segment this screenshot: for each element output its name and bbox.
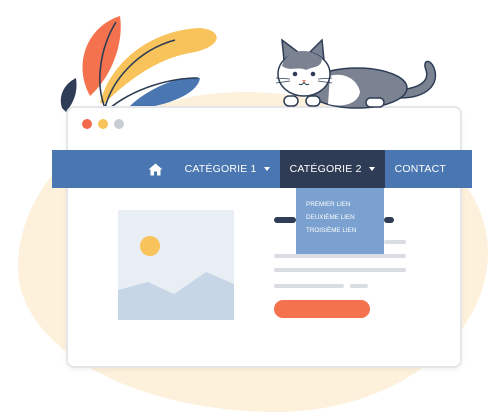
cat-illustration (275, 38, 437, 109)
window-controls (82, 119, 124, 129)
nav-contact-label: CONTACT (394, 163, 446, 175)
nav-home[interactable] (136, 150, 175, 188)
nav-category-1[interactable]: CATÉGORIE 1 (175, 150, 280, 188)
text-line (274, 254, 406, 258)
text-line (384, 240, 406, 244)
navbar: CATÉGORIE 1 CATÉGORIE 2 CONTACT (52, 150, 472, 188)
landscape-icon (118, 236, 234, 320)
image-placeholder (118, 210, 234, 320)
dropdown-menu: PREMIER LIEN DEUXIÈME LIEN TROISIÈME LIE… (296, 188, 384, 258)
nav-category-1-label: CATÉGORIE 1 (184, 163, 257, 175)
caret-down-icon (263, 167, 270, 171)
cta-button[interactable] (274, 300, 370, 318)
text-line (274, 268, 406, 272)
nav-category-2-label: CATÉGORIE 2 (289, 163, 362, 175)
minimize-dot (98, 119, 108, 129)
text-line (350, 284, 368, 288)
dropdown-item-third[interactable]: TROISIÈME LIEN (296, 224, 384, 237)
nav-category-2[interactable]: CATÉGORIE 2 (279, 150, 385, 188)
dropdown-item-second[interactable]: DEUXIÈME LIEN (296, 211, 384, 224)
dropdown-item-first[interactable]: PREMIER LIEN (296, 198, 384, 211)
maximize-dot (114, 119, 124, 129)
nav-contact[interactable]: CONTACT (385, 150, 472, 188)
heading-bar-end (384, 217, 394, 223)
home-icon (148, 163, 163, 175)
heading-bar (274, 217, 296, 223)
caret-down-icon (368, 167, 375, 171)
close-dot (82, 119, 92, 129)
text-line (274, 284, 344, 288)
